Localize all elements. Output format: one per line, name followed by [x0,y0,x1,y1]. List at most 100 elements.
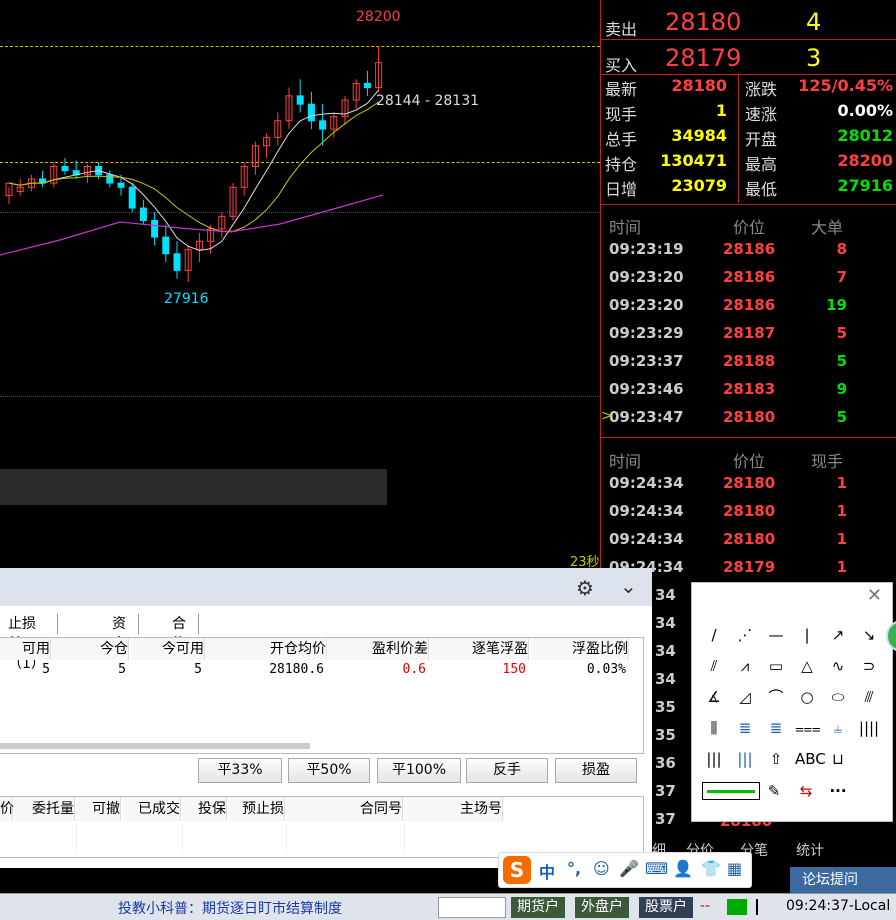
cell-avg-open-price[interactable]: 28180.6 [206,660,324,680]
tab-stop-loss-orders[interactable]: 止损单（1） [0,614,58,672]
drawing-tool-icon[interactable]: ≣ [764,716,788,740]
sogou-logo-icon[interactable]: S [503,856,531,884]
connection-icon [727,899,747,915]
drawing-tool-icon[interactable]: ◿ [733,685,757,709]
buy-row[interactable]: 买入 28179 3 [601,40,896,75]
table-row[interactable]: 09:23:19 28186 8 [601,240,896,268]
stop-profit-loss-button[interactable]: 损盈 [555,758,637,783]
col-header: 开仓均价 [206,638,327,660]
forum-question-button[interactable]: 论坛提问 [790,867,896,893]
drawing-tool-icon[interactable]: ↘ [857,623,881,647]
horizontal-scrollbar[interactable] [0,743,310,749]
ime-voice-icon[interactable]: 🎤 [619,859,639,878]
stat-value: 125/0.45% [798,76,893,95]
stat-value: 1 [715,101,727,120]
cell-profit-diff[interactable]: 0.6 [328,660,426,680]
drawing-tool-icon[interactable]: ≣ [733,716,757,740]
stat-label: 开盘 [745,130,778,149]
close-33-button[interactable]: 平33% [198,758,282,783]
line-style-picker[interactable] [702,782,760,800]
table-row[interactable]: 09:23:46 28183 9 [601,380,896,408]
col-header: 可用 [0,638,51,660]
cell-available[interactable]: 5 [0,660,50,680]
ime-toolbox-icon[interactable]: ▦ [727,859,742,878]
cell-volume: 5 [836,352,847,370]
drawing-tool-icon[interactable]: ⩘ [733,654,757,678]
swap-icon[interactable]: ⇆ [794,779,818,803]
drawing-tool-icon[interactable]: ∿ [826,654,850,678]
ime-emoji-icon[interactable]: ☺ [593,859,610,878]
stat-value: 28012 [837,126,893,145]
stat-value: 0.00% [837,101,893,120]
table-row[interactable]: 09:24:34 28180 1 [601,530,896,558]
futures-account-button[interactable]: 期货户 [511,897,565,918]
tab-funds[interactable]: 资金 [104,614,139,652]
cell-price: 28186 [723,240,776,258]
drawing-tool-icon[interactable]: ⌒ [764,685,788,709]
close-100-button[interactable]: 平100% [377,758,461,783]
gear-icon[interactable]: ⚙ [576,576,594,600]
drawing-tool-icon[interactable]: |||| [857,716,881,740]
cell-float-ratio[interactable]: 0.03% [530,660,626,680]
drawing-tool-icon[interactable]: ▭ [764,654,788,678]
drawing-tool-icon[interactable]: / [702,623,726,647]
table-row[interactable]: 09:23:20 28186 19 [601,296,896,324]
cell-time: 09:23:19 [609,240,684,258]
drawing-tool-icon[interactable]: ○ [795,685,819,709]
drawing-tool-icon[interactable]: ⩶ [795,716,821,740]
drawing-tool-icon[interactable]: ||| [733,747,757,771]
sell-row[interactable]: 卖出 28180 4 [601,4,896,39]
candle-body [307,103,315,122]
drawing-tool-icon[interactable]: ABC [795,747,826,771]
ime-chinese-toggle[interactable]: 中 [539,859,555,883]
drawing-tool-icon[interactable]: ⫽ [702,654,726,678]
table-row[interactable]: 09:23:47 28180 5 [601,408,896,436]
chevron-down-icon[interactable]: ⌄ [620,574,637,598]
drawing-tool-icon[interactable]: ⫨ [826,716,850,740]
table-row[interactable]: 09:23:20 28186 7 [601,268,896,296]
drawing-tool-icon[interactable]: ⊔ [826,747,850,771]
table-row[interactable]: 09:24:34 28180 1 [601,502,896,530]
drawing-tool-icon[interactable]: — [764,623,788,647]
eraser-icon[interactable]: ✎ [762,779,786,803]
ime-user-icon[interactable]: 👤 [673,859,693,878]
stock-account-button[interactable]: 股票户 [639,897,693,918]
cell-float-pnl[interactable]: 150 [430,660,526,680]
table-row[interactable]: 09:23:29 28187 5 [601,324,896,352]
col-header: 浮盈比例 [530,638,629,660]
close-icon[interactable]: ✕ [867,585,882,606]
news-ticker[interactable]: 投教小科普：期货逐日盯市结算制度 [118,898,342,918]
search-input[interactable] [438,897,506,918]
cell-today-available[interactable]: 5 [130,660,202,680]
drawing-tool-icon[interactable]: ↗ [826,623,850,647]
kline-chart[interactable]: 28200 28144 - 28131 27916 23秒 [0,0,600,570]
foreign-account-button[interactable]: 外盘户 [575,897,629,918]
ime-punct-toggle[interactable]: °, [567,859,581,878]
drawing-tool-icon[interactable]: ⇧ [764,747,788,771]
obscured-time: 37 [655,782,676,800]
drawing-tool-icon[interactable]: ||| [702,747,726,771]
cell-time: 09:23:20 [609,268,684,286]
drawing-tool-icon[interactable]: ⫻ [857,685,881,709]
table-row[interactable]: 09:24:34 28180 1 [601,474,896,502]
close-50-button[interactable]: 平50% [288,758,370,783]
ime-skin-icon[interactable]: 👕 [701,859,721,878]
drawing-tool-icon[interactable]: ⬭ [826,685,850,709]
col-header-volume: 现手 [811,452,844,471]
tab-contracts[interactable]: 合约 [164,614,199,652]
more-icon[interactable]: ··· [826,779,850,803]
drawing-tool-icon[interactable]: ⊃ [857,654,881,678]
drawing-tool-icon[interactable]: ∡ [702,685,726,709]
drawing-tool-icon[interactable]: ⋰ [733,623,757,647]
ime-keyboard-icon[interactable]: ⌨ [645,859,668,878]
cell-today-position[interactable]: 5 [52,660,126,680]
drawing-tool-icon[interactable]: | [795,623,819,647]
table-row[interactable]: 09:23:37 28188 5 [601,352,896,380]
moving-average-line [0,194,384,256]
col-header-price: 价位 [733,218,766,237]
drawing-tool-icon[interactable]: ⫼ [702,716,726,740]
stat-value: 130471 [660,151,727,170]
reverse-button[interactable]: 反手 [466,758,548,783]
drawing-tool-icon[interactable]: △ [795,654,819,678]
tab-statistics[interactable]: 统计 [796,840,824,860]
